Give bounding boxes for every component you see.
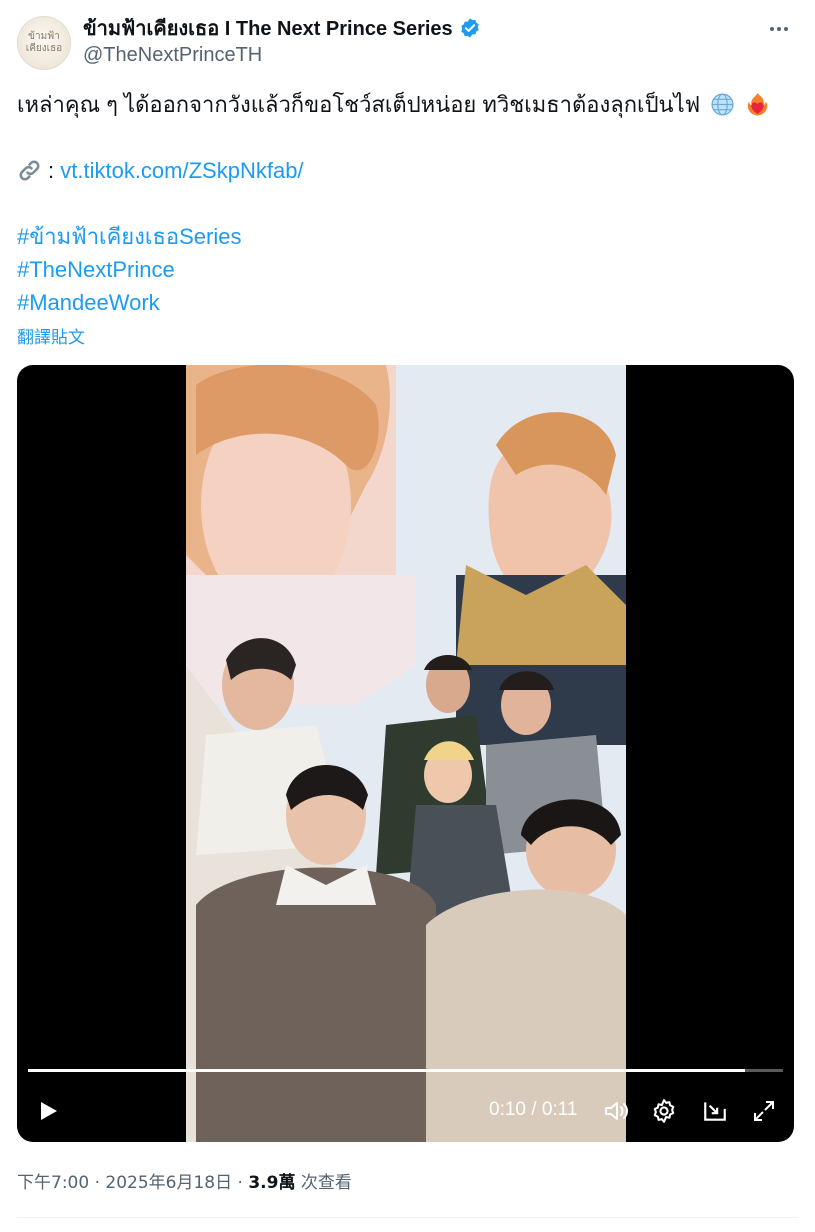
post-time[interactable]: 下午7:00 (17, 1173, 89, 1193)
video-still-image (186, 365, 626, 1142)
hashtag-link[interactable]: #MandeeWork (17, 286, 797, 319)
divider (17, 1217, 798, 1218)
post-date[interactable]: 2025年6月18日 (105, 1173, 232, 1193)
video-time-separator: / (531, 1099, 537, 1120)
verified-badge-icon[interactable] (459, 17, 481, 39)
tweet-metadata: 下午7:00 · 2025年6月18日 · 3.9萬 次查看 (17, 1168, 352, 1193)
avatar-logo-line-1: ข้ามฟ้า (28, 31, 60, 42)
link-icon (19, 160, 40, 181)
video-controls: 0:10 / 0:11 (17, 1093, 794, 1129)
avatar[interactable]: ข้ามฟ้า เคียงเธอ (17, 16, 71, 70)
author-handle[interactable]: @TheNextPrinceTH (83, 44, 262, 67)
video-current-time: 0:10 (489, 1099, 526, 1120)
video-progress-fill (28, 1069, 746, 1072)
author-display-name[interactable]: ข้ามฟ้าเคียงเธอ I The Next Prince Series (83, 12, 453, 44)
picture-in-picture-icon[interactable] (698, 1093, 732, 1129)
tweet-header: ข้ามฟ้า เคียงเธอ ข้ามฟ้าเคียงเธอ I The N… (17, 14, 798, 74)
tweet-text: เหล่าคุณ ๆ ได้ออกจากวังแล้วก็ขอโชว์สเต็ป… (17, 88, 797, 319)
author-name-row[interactable]: ข้ามฟ้าเคียงเธอ I The Next Prince Series (83, 15, 481, 41)
video-duration: 0:11 (541, 1099, 578, 1120)
tweet-text-content: เหล่าคุณ ๆ ได้ออกจากวังแล้วก็ขอโชว์สเต็ป… (17, 92, 701, 117)
video-frame[interactable] (186, 365, 626, 1142)
more-options-icon[interactable] (764, 16, 794, 42)
view-count-label: 次查看 (300, 1173, 352, 1193)
heart-on-fire-icon (748, 93, 768, 116)
meta-dot: · (237, 1173, 243, 1193)
avatar-logo-line-2: เคียงเธอ (25, 43, 63, 54)
play-icon[interactable] (31, 1093, 65, 1129)
tweet-text-line: เหล่าคุณ ๆ ได้ออกจากวังแล้วก็ขอโชว์สเต็ป… (17, 88, 797, 121)
meta-dot: · (94, 1173, 100, 1193)
view-count: 3.9萬 (248, 1173, 296, 1193)
fullscreen-icon[interactable] (747, 1093, 781, 1129)
globe-icon (711, 93, 734, 116)
link-prefix: : (48, 158, 55, 183)
settings-gear-icon[interactable] (647, 1093, 681, 1129)
translate-post-link[interactable]: 翻譯貼文 (17, 323, 85, 348)
hashtag-link[interactable]: #TheNextPrince (17, 253, 797, 286)
hashtag-link[interactable]: #ข้ามฟ้าเคียงเธอSeries (17, 220, 797, 253)
tiktok-link[interactable]: vt.tiktok.com/ZSkpNkfab/ (60, 158, 303, 183)
video-progress-bar[interactable] (28, 1069, 783, 1072)
link-line: : vt.tiktok.com/ZSkpNkfab/ (17, 154, 797, 187)
video-time: 0:10 / 0:11 (489, 1099, 577, 1121)
video-player[interactable]: 0:10 / 0:11 (17, 365, 794, 1142)
volume-icon[interactable] (599, 1093, 633, 1129)
